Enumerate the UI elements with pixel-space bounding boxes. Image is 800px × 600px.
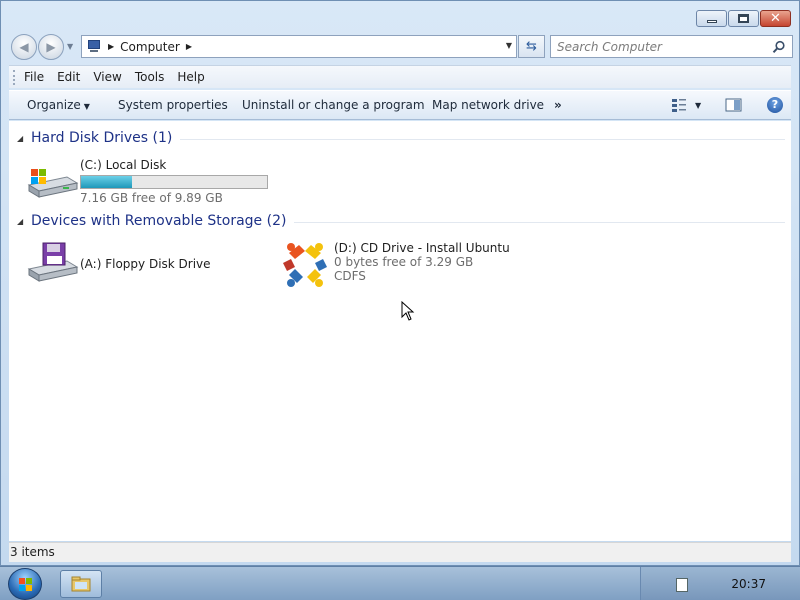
drive-a[interactable]: (A:) Floppy Disk Drive — [27, 241, 211, 285]
preview-pane-icon — [725, 98, 742, 112]
hard-disk-icon — [27, 169, 79, 198]
group-title: Devices with Removable Storage (2) — [31, 213, 287, 229]
recent-pages-dropdown-icon[interactable]: ▼ — [67, 42, 73, 51]
close-button[interactable]: ✕ — [760, 10, 791, 27]
minimize-icon — [706, 20, 717, 23]
divider — [294, 221, 785, 223]
menu-file[interactable]: File — [24, 70, 44, 84]
drive-c[interactable]: (C:) Local Disk 7.16 GB free of 9.89 GB — [27, 157, 268, 205]
folder-icon — [71, 576, 91, 592]
breadcrumb-separator-icon[interactable]: ▶ — [186, 42, 192, 51]
maximize-button[interactable] — [728, 10, 759, 27]
breadcrumb-separator-icon[interactable]: ▶ — [108, 42, 114, 51]
usage-bar-fill — [81, 176, 133, 188]
address-bar[interactable]: ▶ Computer ▶ ▼ — [81, 35, 517, 58]
address-dropdown-icon[interactable]: ▼ — [506, 41, 512, 50]
view-options-dropdown-icon[interactable]: ▼ — [695, 101, 701, 110]
computer-icon — [86, 40, 102, 53]
organize-label: Organize — [27, 98, 81, 112]
chevron-down-icon: ▼ — [83, 102, 90, 111]
close-icon: ✕ — [770, 11, 781, 26]
maximize-icon — [738, 14, 749, 23]
forward-button[interactable]: ▶ — [38, 34, 64, 60]
divider — [180, 138, 785, 140]
map-network-drive-button[interactable]: Map network drive — [432, 98, 544, 112]
start-button[interactable] — [8, 568, 42, 600]
status-bar: 3 items — [9, 542, 791, 562]
menu-edit[interactable]: Edit — [57, 70, 80, 84]
drive-a-details: (A:) Floppy Disk Drive — [80, 257, 211, 285]
system-tray: 20:37 — [640, 567, 800, 600]
ubuntu-installer-icon — [283, 243, 327, 287]
content-area: ◢ Hard Disk Drives (1) (C:) Local Disk 7… — [9, 121, 791, 541]
drive-free-space: 7.16 GB free of 9.89 GB — [80, 191, 223, 205]
menu-bar: File Edit View Tools Help — [9, 65, 791, 88]
menu-help[interactable]: Help — [177, 70, 204, 84]
floppy-drive-icon — [27, 242, 79, 282]
search-input[interactable] — [557, 39, 767, 54]
uninstall-program-button[interactable]: Uninstall or change a program — [242, 98, 425, 112]
help-icon[interactable]: ? — [767, 97, 783, 113]
back-arrow-icon: ◀ — [19, 40, 29, 54]
drive-c-details: (C:) Local Disk 7.16 GB free of 9.89 GB — [80, 158, 268, 205]
search-icon[interactable] — [772, 40, 786, 54]
menu-grip — [13, 69, 16, 85]
more-commands-button[interactable]: » — [554, 98, 562, 112]
navigation-bar: ◀ ▶ ▼ ▶ Computer ▶ ▼ ⇆ — [9, 32, 793, 62]
breadcrumb-computer[interactable]: Computer — [120, 40, 180, 54]
command-bar: Organize ▼ System properties Uninstall or… — [9, 90, 791, 120]
system-properties-button[interactable]: System properties — [118, 98, 228, 112]
drive-filesystem: CDFS — [334, 269, 366, 283]
drive-d[interactable]: (D:) CD Drive - Install Ubuntu 0 bytes f… — [279, 239, 510, 291]
back-button[interactable]: ◀ — [11, 34, 37, 60]
explorer-window: ✕ ◀ ▶ ▼ ▶ Computer ▶ ▼ ⇆ Search Computer… — [0, 0, 800, 566]
refresh-icon: ⇆ — [526, 39, 537, 54]
collapse-icon[interactable]: ◢ — [17, 217, 31, 226]
group-header-removable[interactable]: ◢ Devices with Removable Storage (2) — [17, 213, 785, 229]
tray-background — [640, 567, 800, 600]
drive-name: (C:) Local Disk — [80, 158, 167, 172]
taskbar: 20:37 — [0, 566, 800, 600]
clock[interactable]: 20:37 — [731, 577, 766, 591]
minimize-button[interactable] — [696, 10, 727, 27]
change-view-button[interactable] — [671, 97, 687, 116]
refresh-button[interactable]: ⇆ — [518, 35, 545, 58]
caption-buttons: ✕ — [696, 10, 791, 27]
group-title: Hard Disk Drives (1) — [31, 130, 173, 146]
collapse-icon[interactable]: ◢ — [17, 134, 31, 143]
organize-button[interactable]: Organize ▼ — [27, 98, 90, 112]
mouse-cursor-icon — [401, 301, 415, 321]
menu-tools[interactable]: Tools — [135, 70, 165, 84]
menu-view[interactable]: View — [93, 70, 121, 84]
drive-d-details: (D:) CD Drive - Install Ubuntu 0 bytes f… — [334, 241, 510, 291]
preview-pane-button[interactable] — [725, 97, 742, 116]
drive-name: (D:) CD Drive - Install Ubuntu — [334, 241, 510, 255]
drive-name: (A:) Floppy Disk Drive — [80, 257, 211, 271]
item-count: 3 items — [10, 545, 55, 559]
view-icon — [672, 99, 686, 112]
taskbar-explorer-button[interactable] — [60, 570, 102, 598]
usage-bar — [80, 175, 268, 189]
windows-logo-icon — [19, 578, 32, 591]
action-center-icon[interactable] — [676, 578, 688, 592]
search-box[interactable] — [550, 35, 793, 58]
drive-free-space: 0 bytes free of 3.29 GB — [334, 255, 474, 269]
forward-arrow-icon: ▶ — [46, 40, 56, 54]
group-header-hard-disk[interactable]: ◢ Hard Disk Drives (1) — [17, 130, 785, 146]
